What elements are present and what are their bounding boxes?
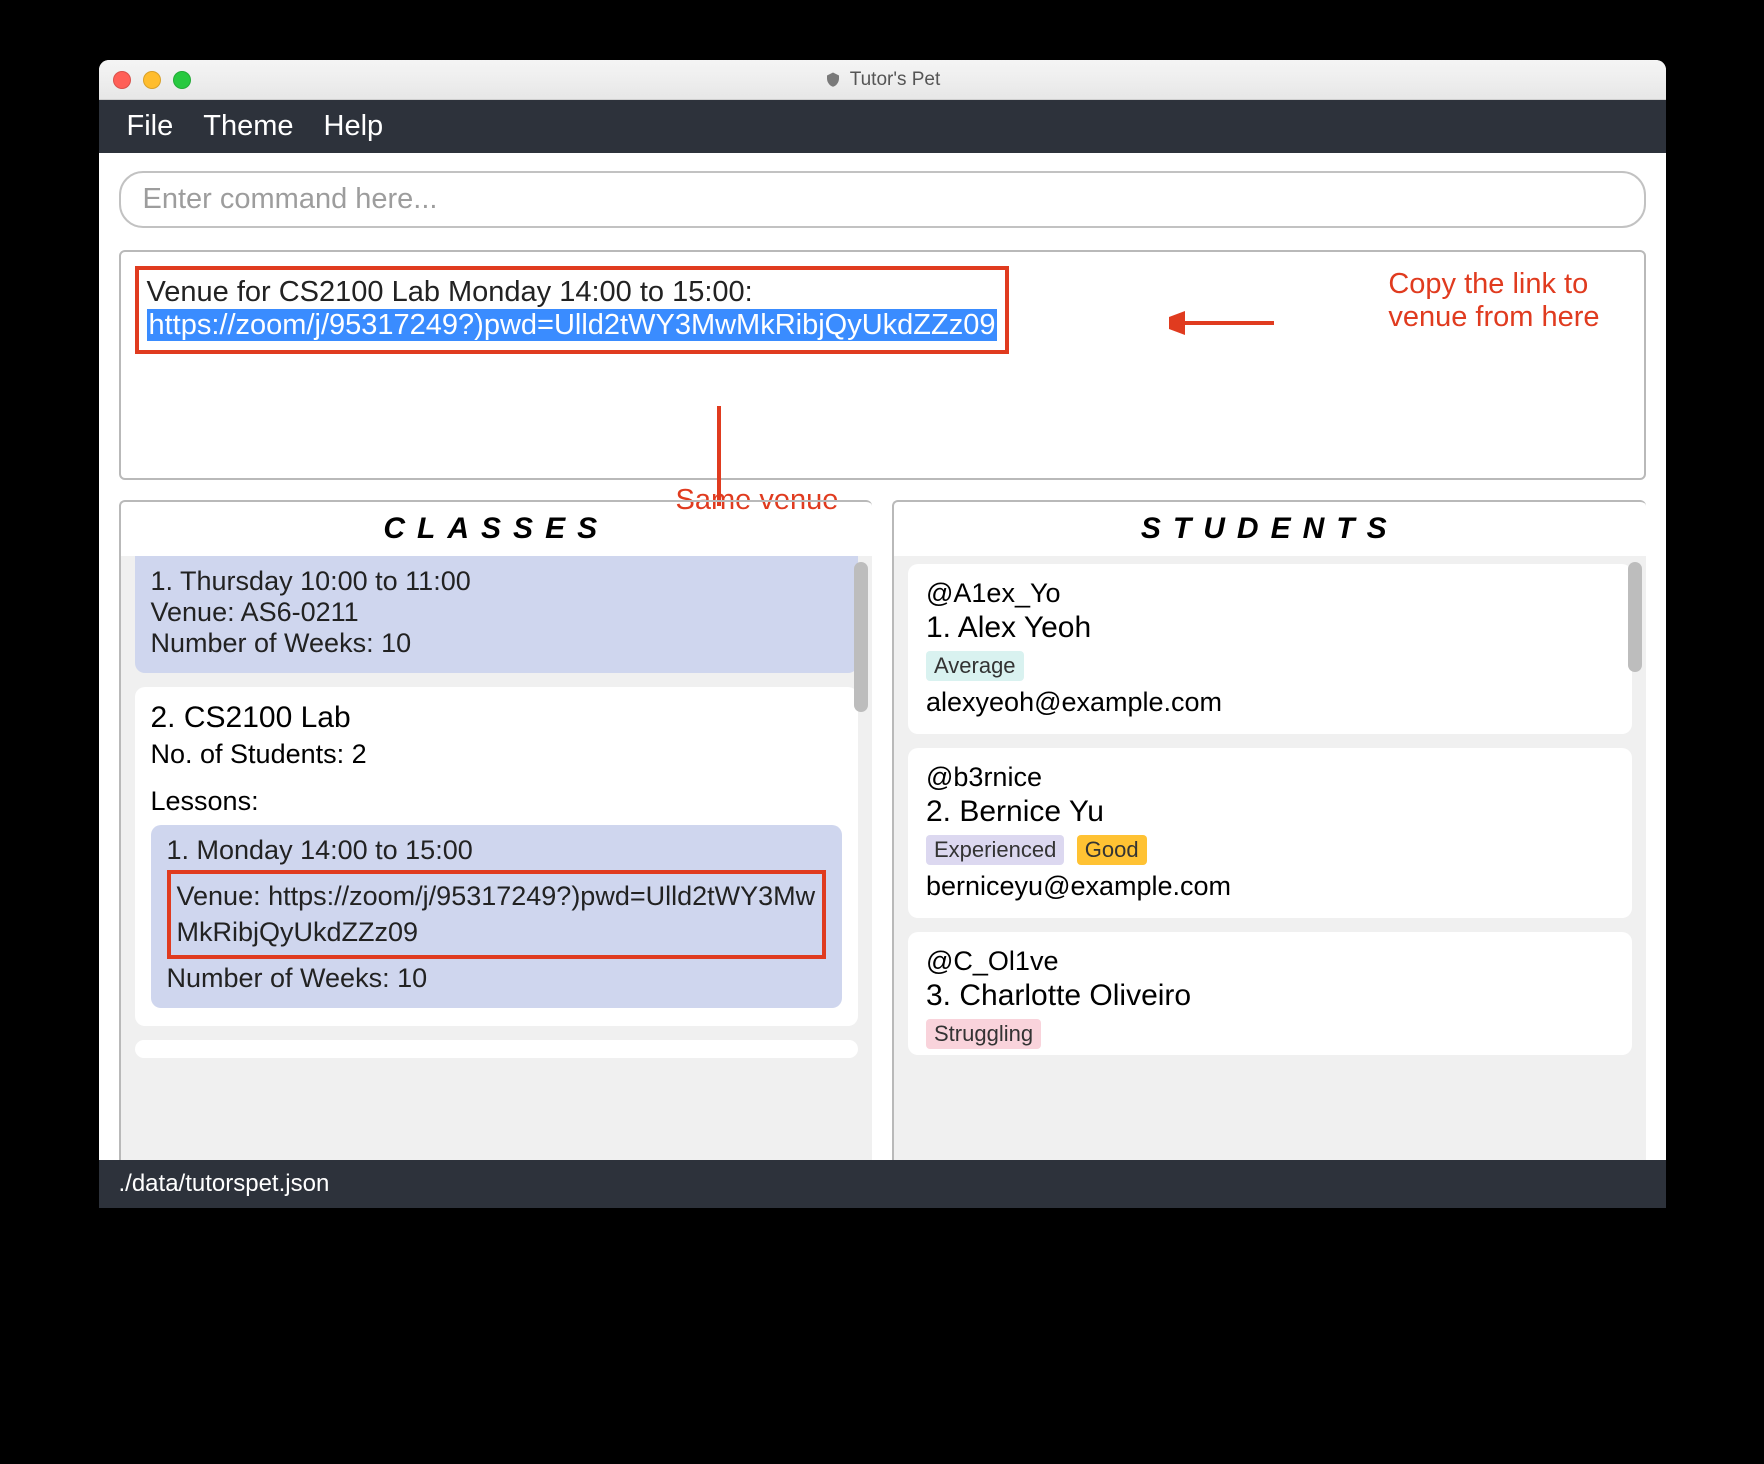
lesson-title: 1. Monday 14:00 to 15:00 [167, 835, 827, 866]
scrollbar[interactable] [854, 562, 868, 712]
tag-average: Average [926, 651, 1024, 681]
student-handle: @A1ex_Yo [926, 578, 1614, 609]
minimize-icon[interactable] [143, 71, 161, 89]
close-icon[interactable] [113, 71, 131, 89]
students-header: STUDENTS [894, 502, 1646, 556]
tag-experienced: Experienced [926, 835, 1064, 865]
window-title: Tutor's Pet [99, 69, 1666, 91]
class-title: 2. CS2100 Lab [151, 701, 843, 735]
students-scroll[interactable]: @A1ex_Yo 1. Alex Yeoh Average alexyeoh@e… [894, 556, 1646, 1160]
menu-help[interactable]: Help [324, 110, 384, 143]
lesson-card: 1. Thursday 10:00 to 11:00 Venue: AS6-02… [135, 556, 859, 673]
titlebar: Tutor's Pet [99, 60, 1666, 100]
class-card-truncated [135, 1040, 859, 1058]
result-link[interactable]: https://zoom/j/95317249?)pwd=Ulld2tWY3Mw… [147, 309, 998, 341]
arrow-icon [1169, 308, 1279, 338]
statusbar: ./data/tutorspet.json [99, 1160, 1666, 1208]
student-handle: @b3rnice [926, 762, 1614, 793]
class-students-count: No. of Students: 2 [151, 739, 843, 770]
result-highlight: Venue for CS2100 Lab Monday 14:00 to 15:… [135, 266, 1010, 354]
app-icon [824, 71, 842, 89]
lesson-weeks: Number of Weeks: 10 [167, 963, 827, 994]
student-email: alexyeoh@example.com [926, 687, 1614, 718]
app-window: Tutor's Pet File Theme Help Venue for CS… [99, 60, 1666, 1208]
classes-header: CLASSES [121, 502, 873, 556]
lesson-title: 1. Thursday 10:00 to 11:00 [151, 566, 843, 597]
student-card: @C_Ol1ve 3. Charlotte Oliveiro Strugglin… [908, 932, 1632, 1055]
student-tags: Average [926, 651, 1614, 681]
status-path: ./data/tutorspet.json [119, 1170, 330, 1197]
scrollbar[interactable] [1628, 562, 1642, 672]
content-area: Venue for CS2100 Lab Monday 14:00 to 15:… [99, 153, 1666, 1160]
student-name: 2. Bernice Yu [926, 795, 1614, 829]
tag-struggling: Struggling [926, 1019, 1041, 1049]
result-box: Venue for CS2100 Lab Monday 14:00 to 15:… [119, 250, 1646, 480]
menu-file[interactable]: File [127, 110, 174, 143]
traffic-lights [113, 71, 191, 89]
classes-scroll[interactable]: 1. Thursday 10:00 to 11:00 Venue: AS6-02… [121, 556, 873, 1160]
students-panel: STUDENTS @A1ex_Yo 1. Alex Yeoh Average a… [892, 500, 1646, 1160]
lesson-card: 1. Monday 14:00 to 15:00 Venue: https://… [151, 825, 843, 1008]
class-card: 2. CS2100 Lab No. of Students: 2 Lessons… [135, 687, 859, 1026]
classes-panel: CLASSES 1. Thursday 10:00 to 11:00 Venue… [119, 500, 873, 1160]
student-name: 1. Alex Yeoh [926, 611, 1614, 645]
student-tags: Struggling [926, 1019, 1614, 1049]
lesson-venue-highlight: Venue: https://zoom/j/95317249?)pwd=Ulld… [167, 870, 827, 959]
lessons-label: Lessons: [151, 786, 843, 817]
lesson-venue-url: https://zoom/j/95317249?)pwd=Ulld2tWY3Mw… [177, 881, 816, 947]
lesson-venue: Venue: AS6-0211 [151, 597, 843, 628]
lesson-weeks: Number of Weeks: 10 [151, 628, 843, 659]
student-tags: Experienced Good [926, 835, 1614, 865]
panels: CLASSES 1. Thursday 10:00 to 11:00 Venue… [119, 500, 1646, 1160]
annotation-copy: Copy the link to venue from here [1388, 268, 1599, 334]
menubar: File Theme Help [99, 100, 1666, 153]
student-email: berniceyu@example.com [926, 871, 1614, 902]
student-handle: @C_Ol1ve [926, 946, 1614, 977]
maximize-icon[interactable] [173, 71, 191, 89]
command-input[interactable] [119, 171, 1646, 228]
result-line1: Venue for CS2100 Lab Monday 14:00 to 15:… [147, 276, 998, 309]
tag-good: Good [1077, 835, 1147, 865]
menu-theme[interactable]: Theme [203, 110, 293, 143]
student-card: @A1ex_Yo 1. Alex Yeoh Average alexyeoh@e… [908, 564, 1632, 734]
student-card: @b3rnice 2. Bernice Yu Experienced Good … [908, 748, 1632, 918]
student-name: 3. Charlotte Oliveiro [926, 979, 1614, 1013]
